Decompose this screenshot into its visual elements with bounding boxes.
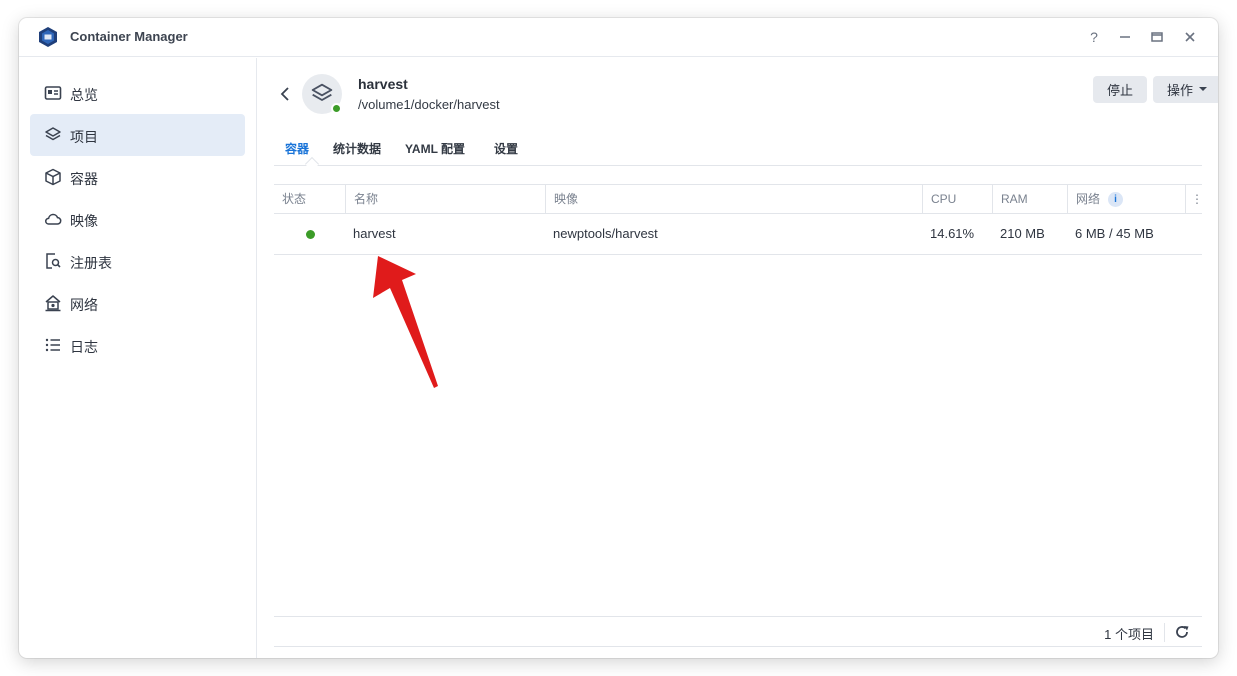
item-count: 1 个项目 bbox=[1104, 627, 1154, 642]
sidebar-item-label: 项目 bbox=[70, 129, 98, 145]
column-header-status[interactable]: 状态 bbox=[274, 185, 345, 213]
window-title: Container Manager bbox=[70, 29, 188, 44]
cell-name: harvest bbox=[353, 226, 396, 241]
cell-ram: 210 MB bbox=[1000, 226, 1045, 241]
close-icon bbox=[1185, 32, 1195, 42]
table-header: 状态 名称 映像 CPU RAM 网络 i ⋮ bbox=[274, 184, 1203, 214]
tab-bar: 容器 统计数据 YAML 配置 设置 bbox=[274, 138, 1202, 166]
help-icon: ? bbox=[1090, 29, 1098, 45]
title-bar: Container Manager ? bbox=[19, 18, 1218, 57]
column-header-network-label: 网络 bbox=[1076, 192, 1101, 206]
container-manager-logo-icon bbox=[39, 27, 57, 47]
chevron-left-icon bbox=[280, 87, 289, 101]
project-status-indicator bbox=[331, 103, 342, 114]
annotation-arrow-icon bbox=[373, 256, 438, 388]
cube-icon bbox=[45, 168, 61, 186]
sidebar-item-containers[interactable]: 容器 bbox=[30, 156, 245, 198]
stop-button[interactable]: 停止 bbox=[1093, 76, 1147, 103]
refresh-icon[interactable] bbox=[1174, 624, 1190, 640]
sidebar-item-projects[interactable]: 项目 bbox=[30, 114, 245, 156]
registry-search-icon bbox=[46, 253, 61, 269]
column-header-network[interactable]: 网络 i bbox=[1067, 185, 1185, 213]
sidebar-item-label: 总览 bbox=[70, 87, 98, 103]
sidebar-item-network[interactable]: 网络 bbox=[30, 282, 245, 324]
maximize-button[interactable] bbox=[1147, 27, 1167, 47]
column-header-ram[interactable]: RAM bbox=[992, 185, 1067, 213]
tab-settings[interactable]: 设置 bbox=[494, 140, 518, 164]
close-button[interactable] bbox=[1180, 27, 1200, 47]
info-icon[interactable]: i bbox=[1108, 192, 1124, 208]
maximize-icon bbox=[1151, 32, 1163, 42]
table-footer: 1 个项目 bbox=[274, 616, 1202, 647]
running-status-indicator bbox=[306, 230, 315, 239]
network-house-icon bbox=[45, 295, 61, 312]
sidebar-item-label: 映像 bbox=[70, 213, 98, 229]
back-button[interactable] bbox=[276, 84, 294, 104]
project-name: harvest bbox=[358, 76, 408, 92]
sidebar-item-label: 容器 bbox=[70, 171, 98, 187]
tab-yaml-config[interactable]: YAML 配置 bbox=[405, 140, 465, 164]
sidebar-item-logs[interactable]: 日志 bbox=[30, 324, 245, 366]
minimize-icon bbox=[1120, 36, 1130, 38]
sidebar: 总览 项目 容器 映像 注册表 网络 日志 bbox=[19, 58, 257, 658]
column-options-button[interactable]: ⋮ bbox=[1185, 185, 1203, 213]
table-row[interactable]: harvest newptools/harvest 14.61% 210 MB … bbox=[274, 214, 1202, 255]
tab-containers[interactable]: 容器 bbox=[285, 140, 309, 164]
layers-icon bbox=[311, 83, 333, 101]
footer-divider bbox=[1164, 623, 1165, 642]
help-button[interactable]: ? bbox=[1084, 27, 1104, 47]
caret-down-icon bbox=[1199, 87, 1207, 91]
cell-network: 6 MB / 45 MB bbox=[1075, 226, 1154, 241]
project-path: /volume1/docker/harvest bbox=[358, 97, 500, 112]
column-header-cpu[interactable]: CPU bbox=[922, 185, 992, 213]
tab-statistics[interactable]: 统计数据 bbox=[333, 140, 381, 164]
cell-image: newptools/harvest bbox=[553, 226, 658, 241]
operate-button-label: 操作 bbox=[1166, 83, 1193, 98]
containers-table: 状态 名称 映像 CPU RAM 网络 i ⋮ harvest newptools… bbox=[274, 184, 1203, 255]
column-header-name[interactable]: 名称 bbox=[345, 185, 545, 213]
cell-cpu: 14.61% bbox=[930, 226, 975, 241]
sidebar-item-registry[interactable]: 注册表 bbox=[30, 240, 245, 282]
minimize-button[interactable] bbox=[1115, 27, 1135, 47]
sidebar-item-images[interactable]: 映像 bbox=[30, 198, 245, 240]
stop-button-label: 停止 bbox=[1106, 83, 1133, 98]
operate-dropdown-button[interactable]: 操作 bbox=[1153, 76, 1218, 103]
column-header-image[interactable]: 映像 bbox=[545, 185, 922, 213]
sidebar-item-label: 网络 bbox=[70, 297, 98, 313]
app-window: Container Manager ? 总览 项目 容器 映像 注册表 网络 日… bbox=[19, 18, 1218, 658]
list-icon bbox=[45, 338, 60, 352]
sidebar-item-label: 日志 bbox=[70, 339, 98, 355]
sidebar-item-overview[interactable]: 总览 bbox=[30, 72, 245, 114]
overview-icon bbox=[44, 86, 62, 100]
sidebar-item-label: 注册表 bbox=[70, 255, 112, 271]
layers-icon bbox=[45, 127, 61, 141]
cloud-icon bbox=[45, 213, 62, 225]
